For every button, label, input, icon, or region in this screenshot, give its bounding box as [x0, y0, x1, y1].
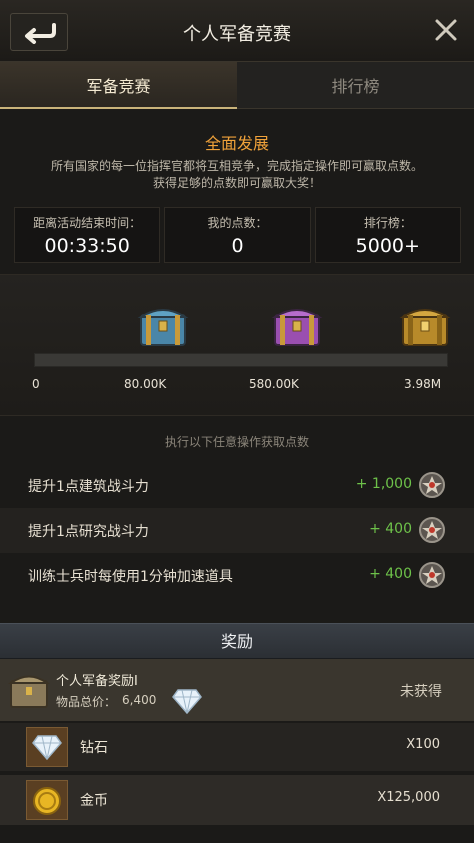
diamond-icon	[32, 735, 62, 761]
rank-label: 排行榜：	[363, 215, 412, 230]
medal-badge-icon	[419, 517, 445, 543]
reward-item-name: 钻石	[80, 740, 108, 756]
blue-chest-icon[interactable]	[136, 301, 190, 349]
points-progress-bar	[34, 353, 448, 367]
gold-coin-icon	[33, 787, 61, 815]
task-row: 提升1点建筑战斗力 + 1,000	[0, 463, 474, 508]
purple-chest-icon[interactable]	[270, 301, 324, 349]
task-points: + 1,000	[355, 476, 412, 492]
reward-item-row: 金币 X125,000	[0, 775, 474, 825]
tab-arms-race[interactable]: 军备竞赛	[0, 62, 237, 109]
task-row: 训练士兵时每使用1分钟加速道具 + 400	[0, 553, 474, 598]
rank-value: 5000+	[355, 234, 420, 257]
task-row: 提升1点研究战斗力 + 400	[0, 508, 474, 553]
milestone-label: 580.00K	[249, 377, 299, 391]
event-title: 全面发展	[204, 134, 269, 153]
close-icon[interactable]	[434, 18, 458, 42]
task-label: 提升1点研究战斗力	[28, 524, 149, 540]
milestone-label: 3.98M	[404, 377, 442, 391]
stats-panel: 距离活动结束时间： 00:33:50 我的点数： 0 排行榜： 5000+	[14, 207, 461, 263]
reward-item-icon-frame	[26, 780, 68, 820]
task-label: 提升1点建筑战斗力	[28, 479, 149, 495]
reward-total-value: 6,400	[122, 693, 157, 707]
reward-item-icon-frame	[26, 727, 68, 767]
task-points: + 400	[369, 521, 412, 537]
rank-box[interactable]: 排行榜： 5000+	[314, 207, 461, 263]
tab-leaderboard[interactable]: 排行榜	[237, 62, 474, 109]
reward-item-name: 金币	[80, 793, 108, 809]
reward-status: 未获得	[400, 684, 442, 700]
reward-item-row: 钻石 X100	[0, 723, 474, 771]
reward-item-quantity: X125,000	[377, 790, 440, 805]
tasks-hint: 执行以下任意操作获取点数	[164, 435, 309, 449]
my-points-label: 我的点数：	[207, 215, 268, 230]
reward-total-label: 物品总价：	[56, 695, 117, 709]
diamond-icon	[172, 689, 202, 714]
my-points-box: 我的点数： 0	[164, 207, 311, 263]
reward-item-quantity: X100	[406, 737, 440, 752]
event-description-line2: 获得足够的点数即可赢取大奖！	[152, 176, 321, 190]
time-remaining-value: 00:33:50	[44, 234, 130, 257]
page-title: 个人军备竞赛	[183, 24, 291, 45]
rewards-header: 奖励	[0, 623, 474, 659]
time-remaining-box: 距离活动结束时间： 00:33:50	[14, 207, 161, 263]
reward-package-name: 个人军备奖励I	[56, 674, 138, 689]
event-description: 所有国家的每一位指挥官都将互相竞争，完成指定操作即可赢取点数。 获得足够的点数即…	[20, 158, 454, 192]
medal-badge-icon	[419, 472, 445, 498]
reward-chest-icon	[8, 675, 50, 708]
medal-badge-icon	[419, 562, 445, 588]
milestone-label: 0	[32, 377, 40, 391]
task-points: + 400	[369, 566, 412, 582]
tab-bar: 军备竞赛 排行榜	[0, 62, 474, 109]
header-bar: 个人军备竞赛	[0, 0, 474, 62]
gold-chest-icon[interactable]	[398, 301, 452, 349]
reward-package-row[interactable]: 个人军备奖励I 物品总价： 6,400 未获得	[0, 659, 474, 721]
event-description-line1: 所有国家的每一位指挥官都将互相竞争，完成指定操作即可赢取点数。	[50, 159, 423, 173]
progress-area: 0 80.00K 580.00K 3.98M	[0, 274, 474, 416]
time-remaining-label: 距离活动结束时间：	[33, 215, 142, 230]
milestone-label: 80.00K	[124, 377, 167, 391]
my-points-value: 0	[231, 234, 244, 257]
task-label: 训练士兵时每使用1分钟加速道具	[28, 569, 233, 585]
